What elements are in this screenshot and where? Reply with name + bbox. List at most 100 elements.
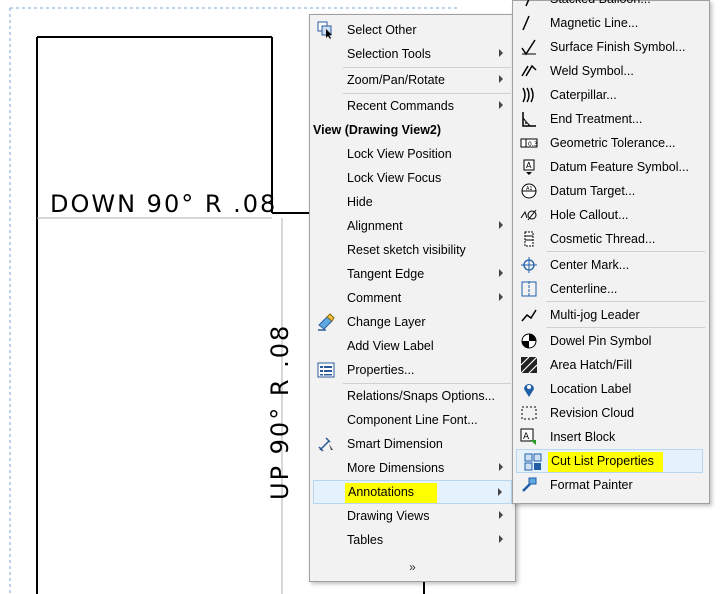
menu-item-selection-tools[interactable]: Selection Tools xyxy=(310,42,515,66)
menu-separator xyxy=(546,327,705,328)
submenu-item-geometric-tolerance[interactable]: 0.3 Geometric Tolerance... xyxy=(513,131,709,155)
menu-item-zoom-pan-rotate[interactable]: Zoom/Pan/Rotate xyxy=(310,68,515,92)
hole-callout-icon xyxy=(519,205,539,225)
submenu-item-label: Format Painter xyxy=(550,478,633,492)
submenu-item-location-label[interactable]: Location Label xyxy=(513,377,709,401)
caterpillar-icon xyxy=(519,85,539,105)
submenu-item-multi-jog-leader[interactable]: Multi-jog Leader xyxy=(513,303,709,327)
menu-item-label: Hide xyxy=(347,195,373,209)
expand-menu-chevron-icon[interactable]: » xyxy=(310,560,515,574)
submenu-item-label: Datum Feature Symbol... xyxy=(550,160,689,174)
submenu-item-label: Cosmetic Thread... xyxy=(550,232,656,246)
menu-item-hide[interactable]: Hide xyxy=(310,190,515,214)
submenu-item-cut-list-properties[interactable]: Cut List Properties xyxy=(516,449,703,473)
multi-jog-leader-icon xyxy=(519,305,539,325)
submenu-item-label: Datum Target... xyxy=(550,184,636,198)
menu-separator xyxy=(546,301,705,302)
menu-item-alignment[interactable]: Alignment xyxy=(310,214,515,238)
submenu-item-surface-finish-symbol[interactable]: Surface Finish Symbol... xyxy=(513,35,709,59)
submenu-item-revision-cloud[interactable]: Revision Cloud xyxy=(513,401,709,425)
menu-item-label: Component Line Font... xyxy=(347,413,478,427)
center-mark-icon xyxy=(519,255,539,275)
properties-icon xyxy=(316,360,336,380)
centerline-icon xyxy=(519,279,539,299)
menu-item-annotations[interactable]: Annotations xyxy=(313,480,512,504)
location-label-icon xyxy=(519,379,539,399)
submenu-item-label: Surface Finish Symbol... xyxy=(550,40,686,54)
submenu-item-datum-feature-symbol[interactable]: A Datum Feature Symbol... xyxy=(513,155,709,179)
submenu-item-label: Hole Callout... xyxy=(550,208,629,222)
menu-item-lock-view-focus[interactable]: Lock View Focus xyxy=(310,166,515,190)
area-hatch-icon xyxy=(519,355,539,375)
menu-item-lock-view-position[interactable]: Lock View Position xyxy=(310,142,515,166)
menu-item-label: Recent Commands xyxy=(347,99,454,113)
datum-target-icon: A1 xyxy=(519,181,539,201)
submenu-item-cosmetic-thread[interactable]: Cosmetic Thread... xyxy=(513,227,709,251)
menu-item-label: Add View Label xyxy=(347,339,434,353)
menu-item-label: More Dimensions xyxy=(347,461,445,475)
submenu-item-label: Weld Symbol... xyxy=(550,64,634,78)
menu-item-change-layer[interactable]: Change Layer xyxy=(310,310,515,334)
menu-item-more-dimensions[interactable]: More Dimensions xyxy=(310,456,515,480)
bend-note-down[interactable]: DOWN 90° R .08 xyxy=(50,190,277,218)
submenu-item-area-hatch-fill[interactable]: Area Hatch/Fill xyxy=(513,353,709,377)
menu-item-label: Select Other xyxy=(347,23,417,37)
cosmetic-thread-icon xyxy=(519,229,539,249)
submenu-item-label: Dowel Pin Symbol xyxy=(550,334,652,348)
menu-item-recent-commands[interactable]: Recent Commands xyxy=(310,94,515,118)
svg-text:A: A xyxy=(526,161,532,170)
menu-item-label: Lock View Focus xyxy=(347,171,442,185)
submenu-item-label: Insert Block xyxy=(550,430,616,444)
submenu-item-label: Center Mark... xyxy=(550,258,630,272)
insert-block-icon: A xyxy=(519,427,539,447)
menu-item-tangent-edge[interactable]: Tangent Edge xyxy=(310,262,515,286)
menu-item-reset-sketch-visibility[interactable]: Reset sketch visibility xyxy=(310,238,515,262)
menu-item-add-view-label[interactable]: Add View Label xyxy=(310,334,515,358)
menu-item-label: Selection Tools xyxy=(347,47,431,61)
submenu-arrow-icon xyxy=(499,535,503,543)
menu-item-component-line-font[interactable]: Component Line Font... xyxy=(310,408,515,432)
submenu-arrow-icon xyxy=(499,221,503,229)
submenu-item-weld-symbol[interactable]: Weld Symbol... xyxy=(513,59,709,83)
submenu-item-caterpillar[interactable]: Caterpillar... xyxy=(513,83,709,107)
submenu-item-label: Centerline... xyxy=(550,282,618,296)
submenu-item-end-treatment[interactable]: End Treatment... xyxy=(513,107,709,131)
menu-item-label: Annotations xyxy=(348,485,415,499)
submenu-item-insert-block[interactable]: A Insert Block xyxy=(513,425,709,449)
change-layer-icon xyxy=(316,312,336,332)
submenu-item-stacked-balloon[interactable]: Stacked Balloon... xyxy=(513,0,709,11)
format-painter-icon xyxy=(519,475,539,495)
submenu-item-datum-target[interactable]: A1 Datum Target... xyxy=(513,179,709,203)
smart-dimension-icon xyxy=(316,434,336,454)
menu-item-properties[interactable]: Properties... xyxy=(310,358,515,382)
weld-symbol-icon xyxy=(519,61,539,81)
stacked-balloon-icon xyxy=(519,0,539,9)
submenu-item-dowel-pin-symbol[interactable]: Dowel Pin Symbol xyxy=(513,329,709,353)
menu-item-label: Relations/Snaps Options... xyxy=(347,389,495,403)
svg-text:0.3: 0.3 xyxy=(528,141,538,148)
menu-item-label: Change Layer xyxy=(347,315,426,329)
menu-item-label: Zoom/Pan/Rotate xyxy=(347,73,445,87)
submenu-item-label: Cut List Properties xyxy=(551,454,654,468)
menu-item-smart-dimension[interactable]: Smart Dimension xyxy=(310,432,515,456)
menu-separator xyxy=(546,251,705,252)
menu-item-comment[interactable]: Comment xyxy=(310,286,515,310)
menu-item-label: Lock View Position xyxy=(347,147,452,161)
submenu-item-label: Geometric Tolerance... xyxy=(550,136,676,150)
menu-item-label: Tangent Edge xyxy=(347,267,425,281)
menu-item-drawing-views[interactable]: Drawing Views xyxy=(310,504,515,528)
section-header-view: View (Drawing View2) xyxy=(310,118,515,142)
geometric-tolerance-icon: 0.3 xyxy=(519,133,539,153)
menu-item-label: Comment xyxy=(347,291,402,305)
menu-item-tables[interactable]: Tables xyxy=(310,528,515,552)
submenu-item-magnetic-line[interactable]: Magnetic Line... xyxy=(513,11,709,35)
submenu-item-hole-callout[interactable]: Hole Callout... xyxy=(513,203,709,227)
context-menu: Select Other Selection Tools Zoom/Pan/Ro… xyxy=(309,14,516,582)
submenu-item-center-mark[interactable]: Center Mark... xyxy=(513,253,709,277)
submenu-item-format-painter[interactable]: Format Painter xyxy=(513,473,709,497)
datum-feature-icon: A xyxy=(519,157,539,177)
menu-item-relations-snaps-options[interactable]: Relations/Snaps Options... xyxy=(310,384,515,408)
bend-note-up[interactable]: UP 90° R .08 xyxy=(266,324,294,500)
submenu-item-centerline[interactable]: Centerline... xyxy=(513,277,709,301)
menu-item-select-other[interactable]: Select Other xyxy=(310,18,515,42)
